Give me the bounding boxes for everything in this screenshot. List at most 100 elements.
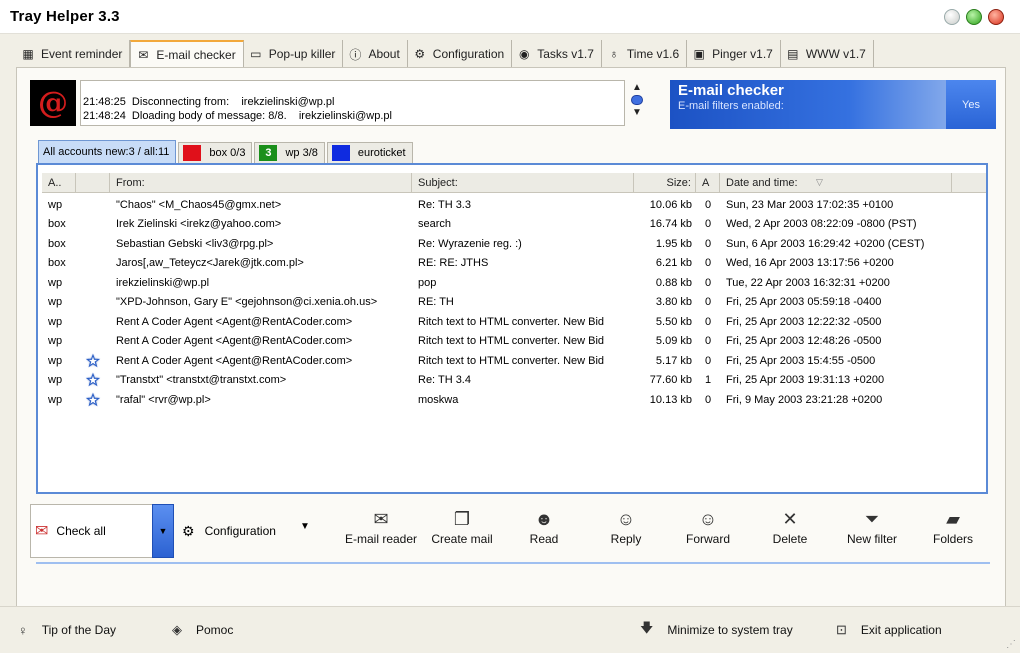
configuration-icon: ⚙ (182, 522, 195, 539)
tab-tasks[interactable]: ◉ Tasks v1.7 (512, 40, 602, 68)
tip-of-the-day-button[interactable]: ♀ Tip of the Day (18, 621, 116, 639)
date-cell: Fri, 25 Apr 2003 12:48:26 -0500 (726, 335, 882, 348)
tab-time[interactable]: ♁ Time v1.6 (602, 40, 688, 68)
at-sign-icon: @ (38, 85, 68, 121)
maximize-window-button[interactable] (966, 9, 982, 25)
configuration-dropdown-icon[interactable]: ▼ (300, 521, 310, 532)
time-icon: ♁ (609, 47, 619, 61)
filters-enabled-value[interactable]: Yes (946, 80, 996, 129)
folders-button[interactable]: ▰ Folders (911, 506, 995, 556)
delete-icon: ✕ (782, 508, 798, 529)
column-header-subject[interactable]: Subject: (412, 173, 634, 193)
forward-icon: ☺ (698, 508, 718, 529)
tasks-icon: ◉ (518, 47, 530, 61)
table-row[interactable]: wp Rent A Coder Agent <Agent@RentACoder.c… (42, 332, 986, 352)
subject-cell: Re: TH 3.3 (418, 198, 471, 211)
from-cell: Rent A Coder Agent <Agent@RentACoder.com… (116, 335, 353, 348)
calendar-icon: ▦ (22, 47, 34, 61)
minimize-window-button[interactable] (944, 9, 960, 25)
tab-event-reminder[interactable]: ▦ Event reminder (16, 40, 131, 68)
size-cell: 0.88 kb (655, 276, 692, 289)
configuration-button[interactable]: ⚙ Configuration (182, 520, 276, 542)
scroll-down-icon[interactable]: ▼ (627, 105, 647, 120)
size-cell: 16.74 kb (649, 218, 692, 231)
from-cell: "XPD-Johnson, Gary E" <gejohnson@ci.xeni… (116, 296, 378, 309)
subject-cell: moskwa (418, 393, 459, 406)
size-cell: 5.50 kb (655, 315, 692, 328)
popup-icon: ▭ (250, 47, 262, 61)
subject-cell: Ritch text to HTML converter. New Bid (418, 335, 605, 348)
column-header-attachment[interactable]: A (696, 173, 720, 193)
toolbar-button-label: Delete (772, 532, 808, 546)
table-row[interactable]: wp "Chaos" <M_Chaos45@gmx.net> Re: TH 3.3 1… (42, 195, 986, 215)
subject-cell: Ritch text to HTML converter. New Bid (418, 315, 605, 328)
help-button[interactable]: ◈ Pomoc (172, 621, 233, 639)
flag-cell: ★ (76, 352, 110, 370)
attachment-cell: 0 (704, 237, 712, 250)
account-tab-all[interactable]: All accounts new:3 / all:11 (38, 140, 177, 163)
scroll-up-icon[interactable]: ▲ (627, 80, 647, 95)
table-row[interactable]: wp ★ "Transtxt" <transtxt@transtxt.com> Re:… (42, 371, 986, 391)
tab-configuration[interactable]: ⚙ Configuration (408, 40, 513, 68)
reply-icon: ☺ (616, 508, 636, 529)
account-tab-box[interactable]: box 0/3 (178, 142, 253, 163)
from-cell: Rent A Coder Agent <Agent@RentACoder.com… (116, 354, 353, 367)
attachment-cell: 0 (704, 315, 712, 328)
size-cell: 77.60 kb (649, 374, 692, 387)
e-mail-reader-button[interactable]: ✉ E-mail reader (339, 506, 423, 556)
info-icon: ⓘ (349, 47, 362, 62)
table-row[interactable]: wp Rent A Coder Agent <Agent@RentACoder.c… (42, 312, 986, 332)
column-header-size[interactable]: Size: (634, 173, 696, 193)
date-cell: Fri, 25 Apr 2003 12:22:32 -0500 (726, 315, 882, 328)
tab-about[interactable]: ⓘ About (343, 40, 408, 68)
table-row[interactable]: box Sebastian Gebski <liv3@rpg.pl> Re: Wyr… (42, 234, 986, 254)
scroll-thumb[interactable] (631, 95, 643, 105)
check-accounts-dropdown[interactable]: ▼ (152, 504, 174, 558)
column-header-from[interactable]: From: (110, 173, 412, 193)
log-scrollbar[interactable]: ▲ ▼ (627, 80, 647, 126)
minimize-to-tray-button[interactable]: 🡇 Minimize to system tray (640, 620, 793, 639)
table-row[interactable]: wp ★ "rafal" <rvr@wp.pl> moskwa 10.13 kb 0 Fri… (42, 390, 986, 410)
size-cell: 5.09 kb (655, 335, 692, 348)
check-all-button[interactable]: ✉ Check all (30, 504, 154, 558)
column-header-flag[interactable] (76, 173, 110, 193)
forward-button[interactable]: ☺ Forward (666, 506, 750, 556)
resize-grip-icon[interactable]: ⋰ (1006, 639, 1016, 650)
flag-cell: ★ (76, 391, 110, 409)
from-cell: "rafal" <rvr@wp.pl> (116, 393, 211, 406)
reply-button[interactable]: ☺ Reply (584, 506, 668, 556)
new-message-star-icon: ★ (86, 372, 100, 390)
exit-icon: ⊡ (836, 622, 847, 637)
account-cell: wp (48, 198, 63, 211)
account-tab-euroticket[interactable]: euroticket (326, 142, 413, 163)
column-header-date[interactable]: Date and time: ▽ (720, 173, 952, 193)
exit-application-button[interactable]: ⊡ Exit application (836, 621, 942, 639)
log-line: 21:48:25 Disconnecting from: irekzielins… (83, 96, 335, 108)
delete-button[interactable]: ✕ Delete (748, 506, 832, 556)
table-row[interactable]: wp ★ Rent A Coder Agent <Agent@RentACoder.… (42, 351, 986, 371)
attachment-cell: 0 (704, 296, 712, 309)
tab-popup-killer[interactable]: ▭ Pop-up killer (244, 40, 344, 68)
account-cell: wp (48, 276, 63, 289)
table-row[interactable]: box Jaros[,aw_Teteycz<Jarek@jtk.com.pl> RE… (42, 254, 986, 274)
from-cell: Rent A Coder Agent <Agent@RentACoder.com… (116, 315, 353, 328)
close-window-button[interactable] (988, 9, 1004, 25)
read-button[interactable]: ☻ Read (502, 506, 586, 556)
table-row[interactable]: wp irekzielinski@wp.pl pop 0.88 kb 0 Tue, 22 … (42, 273, 986, 293)
infobox-title: E-mail checker (678, 82, 784, 99)
account-tabs: All accounts new:3 / all:11 box 0/3 3 wp … (38, 140, 415, 163)
status-bar: ♀ Tip of the Day ◈ Pomoc 🡇 Minimize to syst… (0, 606, 1020, 653)
account-cell: wp (48, 393, 63, 406)
account-tab-wp[interactable]: 3 wp 3/8 (254, 142, 325, 163)
new-filter-button[interactable]: ⏷ New filter (830, 506, 914, 556)
column-header-account[interactable]: A.. (42, 173, 76, 193)
table-row[interactable]: wp "XPD-Johnson, Gary E" <gejohnson@ci.xe… (42, 293, 986, 313)
tab-www[interactable]: ▤ WWW v1.7 (781, 40, 874, 68)
table-row[interactable]: box Irek Zielinski <irekz@yahoo.com> searc… (42, 215, 986, 235)
filter-status-box: E-mail checker E-mail filters enabled: Y… (670, 80, 996, 129)
tab-email-checker[interactable]: ✉ E-mail checker (130, 40, 244, 68)
tab-pinger[interactable]: ▣ Pinger v1.7 (687, 40, 781, 68)
create-mail-button[interactable]: ❐ Create mail (420, 506, 504, 556)
flag-cell: ★ (76, 371, 110, 390)
account-color-swatch: 3 (259, 145, 278, 161)
